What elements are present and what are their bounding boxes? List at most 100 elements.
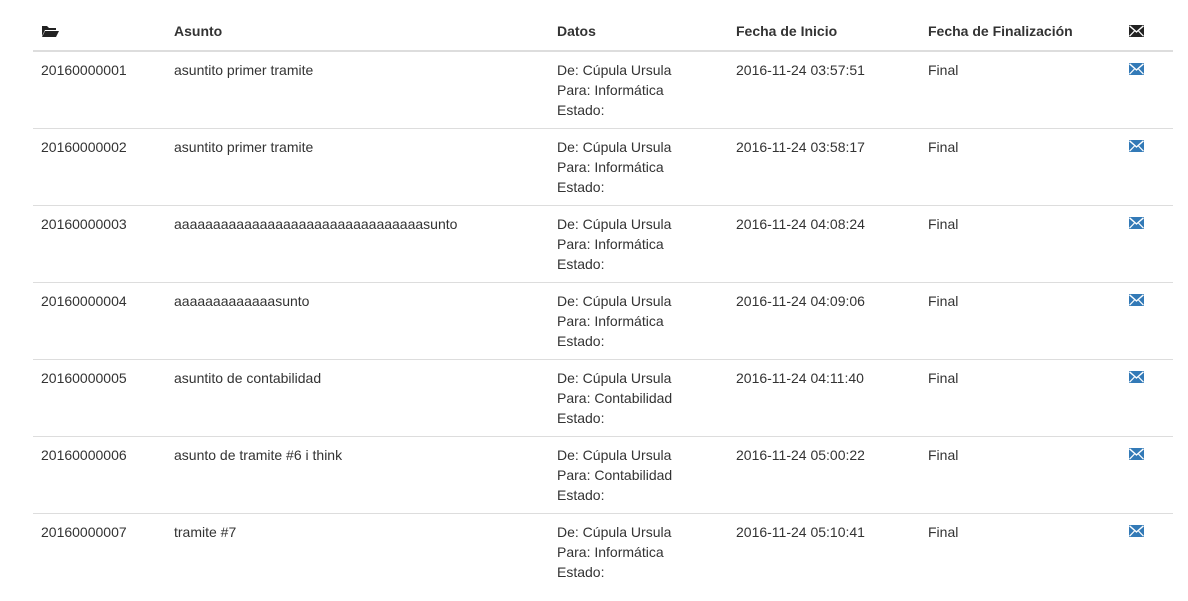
tramite-id: 20160000006 xyxy=(33,436,166,514)
datos-de: De: Cúpula Ursula xyxy=(557,62,672,78)
datos-para: Para: Informática xyxy=(557,313,664,329)
tramite-asunto: tramite #7 xyxy=(166,513,549,590)
datos-para: Para: Contabilidad xyxy=(557,467,673,483)
tramite-fecha-inicio: 2016-11-24 03:57:51 xyxy=(728,51,920,129)
tramite-asunto: asunto de tramite #6 i think xyxy=(166,436,549,514)
datos-estado: Estado: xyxy=(557,333,605,349)
cell-id-text: 20160000006 xyxy=(41,447,127,463)
cell-inicio-text: 2016-11-24 03:57:51 xyxy=(736,62,865,78)
header-fecha-finalizacion[interactable]: Fecha de Finalización xyxy=(920,12,1123,52)
datos-de: De: Cúpula Ursula xyxy=(557,524,672,540)
datos-estado: Estado: xyxy=(557,487,605,503)
tramite-fecha-inicio: 2016-11-24 05:10:41 xyxy=(728,513,920,590)
tramites-table-container: Asunto Datos Fecha de Inicio Fecha de Fi… xyxy=(33,12,1173,590)
cell-fin-text: Final xyxy=(928,62,959,78)
tramite-mail-cell xyxy=(1123,282,1173,360)
send-mail-envelope-icon[interactable] xyxy=(1129,294,1144,306)
tramite-mail-cell xyxy=(1123,436,1173,514)
datos-estado: Estado: xyxy=(557,410,605,426)
tramite-id: 20160000007 xyxy=(33,513,166,590)
table-row[interactable]: 20160000002 asuntito primer tramite De: … xyxy=(33,128,1173,206)
tramite-datos: De: Cúpula Ursula Para: Informática Esta… xyxy=(549,51,728,129)
header-asunto[interactable]: Asunto xyxy=(166,12,549,52)
table-row[interactable]: 20160000004 aaaaaaaaaaaaasunto De: Cúpul… xyxy=(33,282,1173,360)
tramite-fecha-finalizacion: Final xyxy=(920,282,1123,360)
tramite-fecha-inicio: 2016-11-24 04:08:24 xyxy=(728,205,920,283)
tramite-asunto: asuntito primer tramite xyxy=(166,128,549,206)
cell-inicio-text: 2016-11-24 05:00:22 xyxy=(736,447,865,463)
tramite-datos: De: Cúpula Ursula Para: Contabilidad Est… xyxy=(549,436,728,514)
cell-fin-text: Final xyxy=(928,524,959,540)
cell-id-text: 20160000003 xyxy=(41,216,127,232)
cell-asunto-text: aaaaaaaaaaaaasunto xyxy=(174,293,310,309)
table-header-row: Asunto Datos Fecha de Inicio Fecha de Fi… xyxy=(33,12,1173,52)
cell-asunto-text: asunto de tramite #6 i think xyxy=(174,447,343,463)
envelope-icon xyxy=(1129,25,1165,37)
tramite-id: 20160000001 xyxy=(33,51,166,129)
cell-inicio-text: 2016-11-24 03:58:17 xyxy=(736,139,865,155)
header-folder-icon-cell xyxy=(33,12,166,52)
send-mail-envelope-icon[interactable] xyxy=(1129,63,1144,75)
cell-inicio-text: 2016-11-24 04:11:40 xyxy=(736,370,864,386)
cell-fin-text: Final xyxy=(928,216,959,232)
send-mail-envelope-icon[interactable] xyxy=(1129,140,1144,152)
datos-de: De: Cúpula Ursula xyxy=(557,139,672,155)
table-row[interactable]: 20160000003 aaaaaaaaaaaaaaaaaaaaaaaaaaaa… xyxy=(33,205,1173,283)
datos-estado: Estado: xyxy=(557,179,605,195)
cell-id-text: 20160000004 xyxy=(41,293,127,309)
table-row[interactable]: 20160000001 asuntito primer tramite De: … xyxy=(33,51,1173,129)
tramite-id: 20160000002 xyxy=(33,128,166,206)
send-mail-envelope-icon[interactable] xyxy=(1129,217,1144,229)
cell-fin-text: Final xyxy=(928,447,959,463)
tramite-fecha-inicio: 2016-11-24 05:00:22 xyxy=(728,436,920,514)
cell-asunto-text: asuntito primer tramite xyxy=(174,139,314,155)
tramites-table: Asunto Datos Fecha de Inicio Fecha de Fi… xyxy=(33,12,1173,590)
datos-para: Para: Informática xyxy=(557,544,664,560)
cell-asunto-text: asuntito de contabilidad xyxy=(174,370,322,386)
tramite-fecha-finalizacion: Final xyxy=(920,436,1123,514)
table-row[interactable]: 20160000007 tramite #7 De: Cúpula Ursula… xyxy=(33,513,1173,590)
tramite-asunto: aaaaaaaaaaaaaaaaaaaaaaaaaaaaaaaasunto xyxy=(166,205,549,283)
folder-open-icon xyxy=(41,24,158,38)
tramite-mail-cell xyxy=(1123,128,1173,206)
datos-estado: Estado: xyxy=(557,256,605,272)
tramite-fecha-inicio: 2016-11-24 03:58:17 xyxy=(728,128,920,206)
header-datos[interactable]: Datos xyxy=(549,12,728,52)
table-row[interactable]: 20160000005 asuntito de contabilidad De:… xyxy=(33,359,1173,437)
tramite-fecha-finalizacion: Final xyxy=(920,51,1123,129)
tramite-mail-cell xyxy=(1123,359,1173,437)
datos-de: De: Cúpula Ursula xyxy=(557,447,672,463)
header-fecha-inicio[interactable]: Fecha de Inicio xyxy=(728,12,920,52)
send-mail-envelope-icon[interactable] xyxy=(1129,371,1144,383)
tramite-asunto: asuntito primer tramite xyxy=(166,51,549,129)
datos-para: Para: Informática xyxy=(557,159,664,175)
cell-id-text: 20160000002 xyxy=(41,139,127,155)
tramite-id: 20160000004 xyxy=(33,282,166,360)
header-envelope-icon-cell xyxy=(1123,12,1173,52)
send-mail-envelope-icon[interactable] xyxy=(1129,448,1144,460)
datos-estado: Estado: xyxy=(557,102,605,118)
tramite-fecha-finalizacion: Final xyxy=(920,128,1123,206)
cell-id-text: 20160000001 xyxy=(41,62,127,78)
tramite-fecha-inicio: 2016-11-24 04:11:40 xyxy=(728,359,920,437)
datos-para: Para: Informática xyxy=(557,236,664,252)
tramite-asunto: asuntito de contabilidad xyxy=(166,359,549,437)
cell-inicio-text: 2016-11-24 04:08:24 xyxy=(736,216,865,232)
send-mail-envelope-icon[interactable] xyxy=(1129,525,1144,537)
tramite-datos: De: Cúpula Ursula Para: Informática Esta… xyxy=(549,128,728,206)
tramite-fecha-inicio: 2016-11-24 04:09:06 xyxy=(728,282,920,360)
cell-inicio-text: 2016-11-24 04:09:06 xyxy=(736,293,865,309)
tramite-fecha-finalizacion: Final xyxy=(920,359,1123,437)
tramite-datos: De: Cúpula Ursula Para: Informática Esta… xyxy=(549,282,728,360)
datos-de: De: Cúpula Ursula xyxy=(557,293,672,309)
table-row[interactable]: 20160000006 asunto de tramite #6 i think… xyxy=(33,436,1173,514)
datos-de: De: Cúpula Ursula xyxy=(557,216,672,232)
datos-para: Para: Contabilidad xyxy=(557,390,673,406)
cell-asunto-text: tramite #7 xyxy=(174,524,237,540)
cell-asunto-text: asuntito primer tramite xyxy=(174,62,314,78)
tramite-mail-cell xyxy=(1123,51,1173,129)
cell-fin-text: Final xyxy=(928,293,959,309)
tramite-fecha-finalizacion: Final xyxy=(920,513,1123,590)
tramite-datos: De: Cúpula Ursula Para: Contabilidad Est… xyxy=(549,359,728,437)
tramite-mail-cell xyxy=(1123,205,1173,283)
